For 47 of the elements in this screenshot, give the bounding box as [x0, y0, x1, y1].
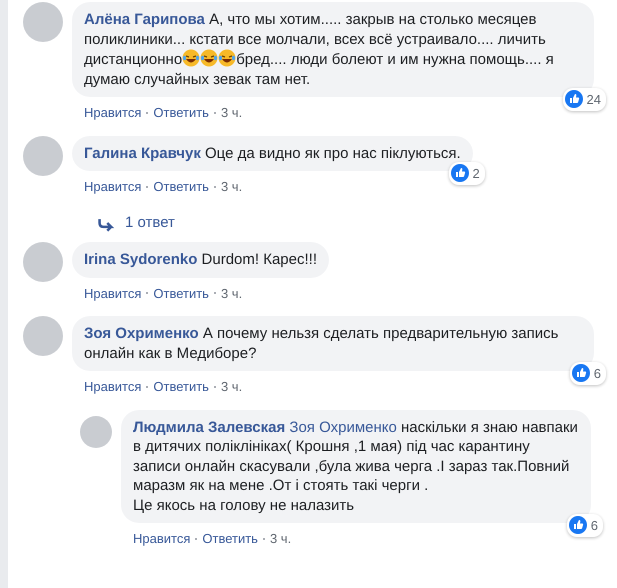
reply-link[interactable]: Ответить — [153, 377, 209, 396]
comment-text: Зоя Охрименко А почему нельзя сделать предварительную запись онлайн как в Медиборе? — [84, 324, 560, 363]
avatar-placeholder[interactable] — [80, 416, 112, 448]
thumbs-up-icon — [568, 516, 587, 534]
reply-link[interactable]: Ответить — [153, 103, 209, 122]
laughing-face-icon — [182, 49, 200, 67]
like-link[interactable]: Нравится — [84, 377, 142, 396]
comment-text: Людмила Залевская Зоя Охрименко наскільки я знаю навпаки в дитячих поліклініках( Крошня ,1 мая) під час карантину записи онлайн скасували ,була жива черга .І зараз так.Повний маразм як на мене .От і стоять такі черги . Це якось на голову не налазить — [133, 418, 579, 515]
like-link[interactable]: Нравится — [84, 284, 142, 303]
comment-text: Irina Sydorenko Durdom! Карес!!! — [84, 250, 317, 270]
reaction-badge[interactable]: 6 — [566, 514, 603, 537]
like-link[interactable]: Нравится — [84, 103, 142, 122]
comment-text: Галина Кравчук Оце да видно як про нас піклуються. — [84, 144, 461, 163]
thumbs-up-icon — [450, 164, 468, 182]
like-link[interactable]: Нравится — [133, 529, 190, 548]
like-link[interactable]: Нравится — [84, 177, 142, 196]
reply-link[interactable]: Ответить — [153, 177, 209, 196]
like-count: 6 — [590, 516, 598, 534]
reaction-badge[interactable]: 6 — [570, 362, 606, 385]
reaction-badge[interactable]: 24 — [562, 88, 606, 111]
thumbs-up-icon — [572, 364, 590, 382]
author-link[interactable]: Людмила Залевская — [133, 418, 286, 436]
reply-link[interactable]: Ответить — [153, 284, 209, 303]
like-count: 6 — [594, 364, 601, 382]
like-count: 2 — [472, 164, 480, 182]
author-link[interactable]: Зоя Охрименко — [84, 325, 199, 342]
laughing-face-icon — [218, 49, 236, 67]
avatar-placeholder[interactable] — [23, 136, 63, 176]
thumbs-up-icon — [564, 90, 583, 108]
comment-text: Алёна Гарипова А, что мы хотим..... закрыв на столько месяцев поликлиники... кстати все молчали, всех всё устраивало.... личить дистанционно бред.... люди болеют и им нужна помощь.... я думаю случайных зевак там нет. — [84, 10, 555, 89]
replies-link[interactable]: 1 ответ — [125, 212, 175, 234]
mention-link[interactable]: Зоя Охрименко — [289, 418, 397, 436]
laughing-face-icon — [200, 49, 218, 67]
reply-link[interactable]: Ответить — [202, 529, 258, 548]
avatar-placeholder[interactable] — [23, 2, 63, 42]
reaction-badge[interactable]: 2 — [448, 162, 485, 185]
author-link[interactable]: Irina Sydorenko — [84, 251, 198, 268]
timestamp: 3 ч. — [220, 104, 242, 122]
author-link[interactable]: Алёна Гарипова — [84, 11, 205, 28]
timestamp: 3 ч. — [220, 378, 242, 396]
timestamp: 3 ч. — [270, 530, 292, 548]
avatar-placeholder[interactable] — [23, 242, 63, 282]
timestamp: 3 ч. — [220, 284, 242, 302]
avatar-placeholder[interactable] — [23, 316, 63, 356]
timestamp: 3 ч. — [220, 178, 242, 196]
author-link[interactable]: Галина Кравчук — [84, 144, 201, 162]
like-count: 24 — [586, 90, 601, 108]
